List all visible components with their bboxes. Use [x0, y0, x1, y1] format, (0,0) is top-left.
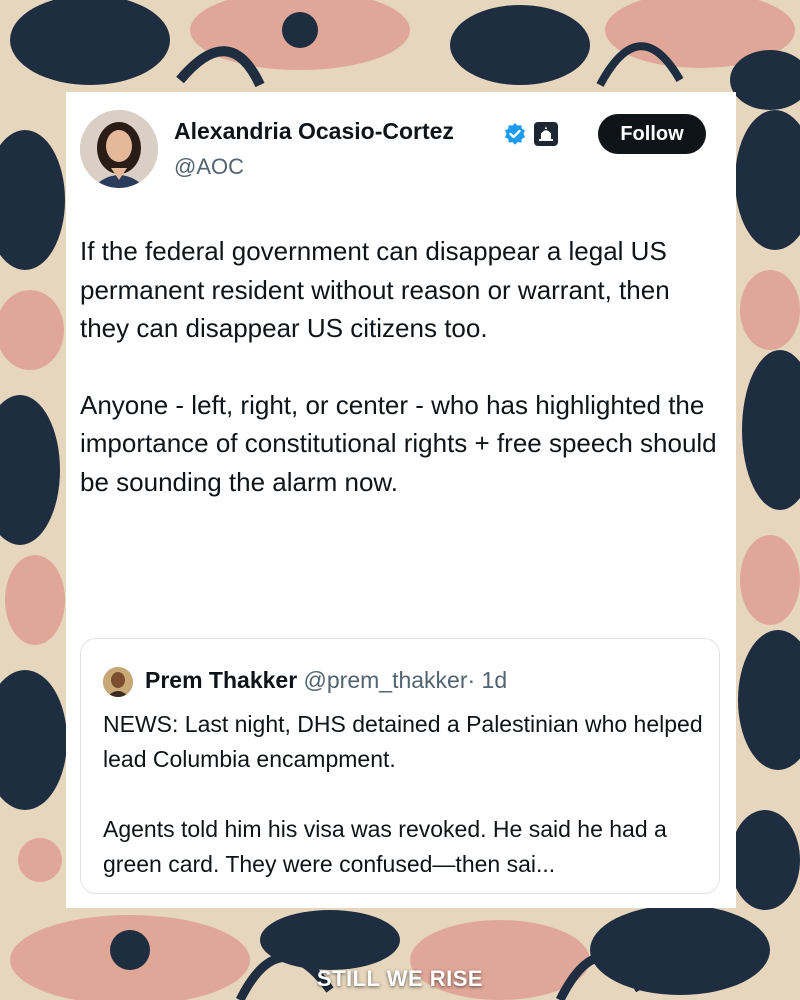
quoted-tweet-header: Prem Thakker @prem_thakker· 1d	[145, 667, 507, 694]
tweet-paragraph: Anyone - left, right, or center - who ha…	[80, 389, 717, 497]
quoted-paragraph: Agents told him his visa was revoked. He…	[103, 816, 667, 877]
verified-checkmark-icon	[505, 123, 525, 145]
quoted-author-avatar[interactable]	[103, 667, 133, 697]
quoted-author-name[interactable]: Prem Thakker	[145, 667, 297, 693]
tweet-paragraph: If the federal government can disappear …	[80, 236, 670, 343]
quoted-author-handle[interactable]: @prem_thakker	[304, 667, 468, 693]
tweet-card: Alexandria Ocasio-Cortez @AOC Follow If …	[66, 92, 736, 908]
follow-button[interactable]: Follow	[598, 114, 706, 154]
quoted-tweet-time: · 1d	[467, 667, 508, 693]
author-name[interactable]: Alexandria Ocasio-Cortez	[174, 118, 454, 145]
author-avatar[interactable]	[80, 110, 158, 188]
quoted-tweet[interactable]: Prem Thakker @prem_thakker· 1d NEWS: Las…	[80, 638, 720, 894]
quoted-tweet-text: NEWS: Last night, DHS detained a Palesti…	[103, 707, 703, 882]
government-capitol-icon	[534, 122, 558, 146]
watermark-text: STILL WE RISE	[316, 966, 484, 991]
quoted-paragraph: NEWS: Last night, DHS detained a Palesti…	[103, 711, 703, 772]
author-handle[interactable]: @AOC	[174, 154, 244, 180]
tweet-text: If the federal government can disappear …	[80, 232, 720, 501]
